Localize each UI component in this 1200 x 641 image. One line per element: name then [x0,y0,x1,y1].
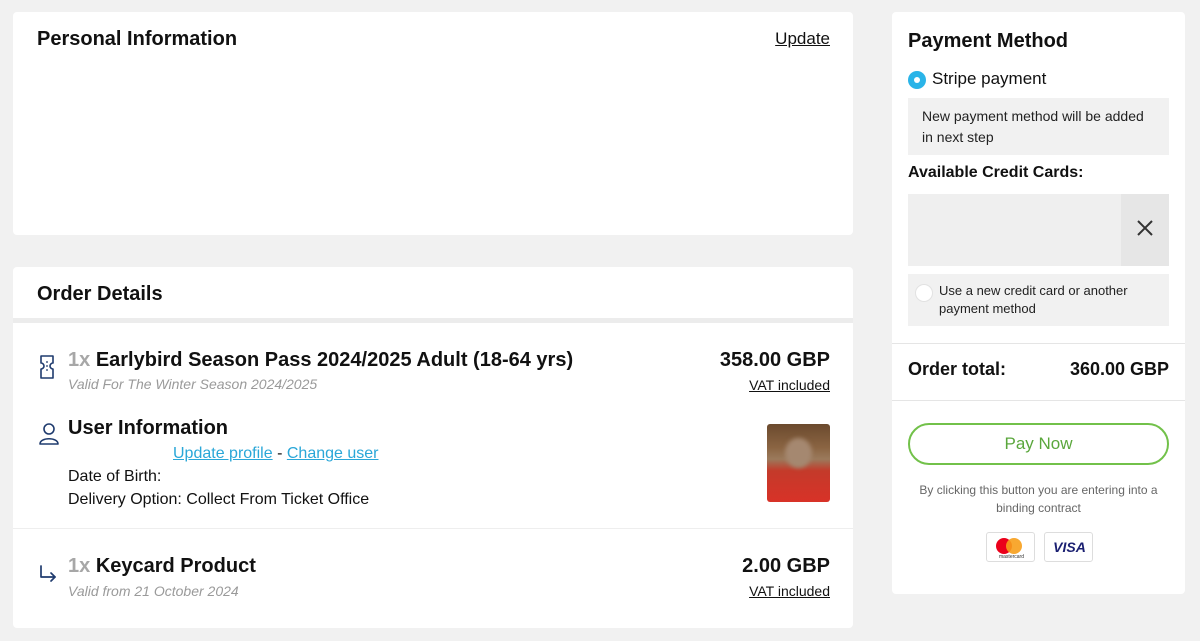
vat-included-link[interactable]: VAT included [749,583,830,599]
mastercard-text: mastercard [998,554,1024,560]
stripe-payment-radio[interactable] [908,71,926,89]
personal-information-title: Personal Information [37,28,238,50]
personal-information-card: Personal Information Update [13,12,853,235]
order-item-subtitle: Valid For The Winter Season 2024/2025 [68,376,318,392]
ticket-icon [39,355,55,384]
order-item-price: 358.00 GBP [719,349,830,371]
sub-item-arrow-icon [38,563,58,588]
order-item-name: 1x Earlybird Season Pass 2024/2025 Adult… [68,349,573,372]
visa-text: VISA [1053,539,1086,555]
clear-card-button[interactable] [1121,194,1169,266]
order-item-title: Earlybird Season Pass 2024/2025 Adult (1… [95,349,574,371]
order-item-subtitle: Valid from 21 October 2024 [68,583,239,599]
vat-included-link[interactable]: VAT included [749,377,830,393]
legal-text: By clicking this button you are entering… [919,483,1158,515]
close-icon [1137,219,1153,241]
user-icon [38,422,60,451]
payment-method-title: Payment Method [908,30,1069,52]
divider [892,343,1185,344]
order-item-qty: 1x [68,349,91,371]
order-item-price: 2.00 GBP [742,555,830,577]
stripe-payment-label[interactable]: Stripe payment [932,69,1046,89]
order-header-divider [13,318,853,323]
link-separator: - [277,445,283,462]
divider [892,400,1185,401]
change-user-link[interactable]: Change user [287,445,379,462]
order-details-card: Order Details 1x Earlybird Season Pass 2… [13,267,853,628]
order-total-label: Order total: [908,359,1007,379]
mastercard-logo: mastercard [986,532,1035,562]
update-link[interactable]: Update [775,29,830,49]
user-information-title: User Information [68,417,229,439]
update-profile-link[interactable]: Update profile [173,445,273,462]
item-divider [13,528,853,529]
delivery-option: Delivery Option: Collect From Ticket Off… [68,491,370,508]
order-total-value: 360.00 GBP [1069,359,1169,379]
credit-card-selector[interactable] [908,194,1169,266]
payment-notice: New payment method will be added in next… [908,98,1169,155]
order-item-title: Keycard Product [95,555,256,577]
available-cards-label: Available Credit Cards: [908,164,1084,181]
date-of-birth-label: Date of Birth: [68,468,162,485]
payment-method-card: Payment Method Stripe payment New paymen… [892,12,1185,594]
avatar [767,424,830,502]
order-item-qty: 1x [68,555,91,577]
order-item-name: 1x Keycard Product [68,555,256,578]
order-details-title: Order Details [37,283,163,305]
new-card-option[interactable]: Use a new credit card or another payment… [908,274,1169,326]
new-card-label: Use a new credit card or another payment… [939,283,1128,316]
user-links: Update profile - Change user [173,445,378,463]
pay-now-button[interactable]: Pay Now [908,423,1169,465]
visa-logo: VISA [1044,532,1093,562]
new-card-radio[interactable] [915,284,933,302]
